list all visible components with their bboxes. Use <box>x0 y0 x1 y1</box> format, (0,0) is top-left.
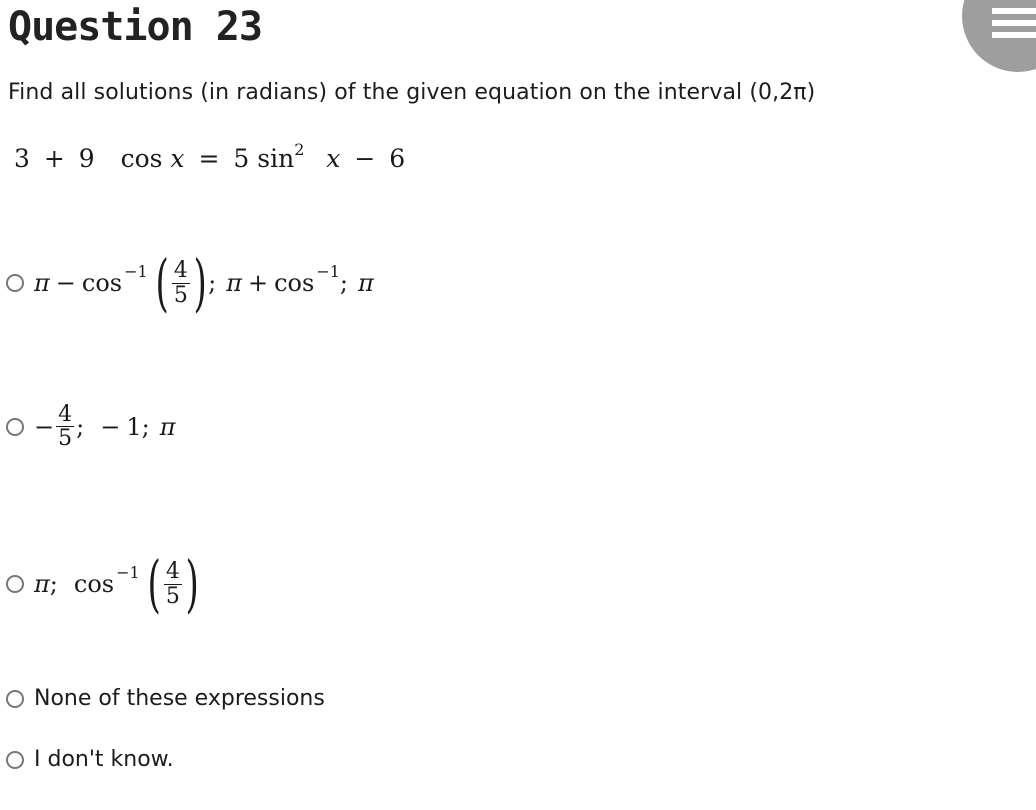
eq-var-2: x <box>326 144 341 173</box>
hamburger-menu-icon-bar <box>992 20 1036 26</box>
radio-button-a[interactable] <box>6 274 24 292</box>
separator: ; <box>49 570 58 598</box>
option-a-expression: π − cos −1 ( 4 5 ) ; π + cos −1 ; π <box>34 252 374 314</box>
eq-rhs-const: 6 <box>389 144 406 173</box>
radio-button-c[interactable] <box>6 575 24 593</box>
option-a[interactable]: π − cos −1 ( 4 5 ) ; π + cos −1 ; π <box>6 252 374 314</box>
numerator: 4 <box>165 559 180 585</box>
option-e-label: I don't know. <box>34 747 174 772</box>
pi-symbol: π <box>34 570 50 598</box>
radio-button-d[interactable] <box>6 689 24 708</box>
pi-symbol: π <box>34 269 50 297</box>
eq-var: x <box>170 144 185 173</box>
minus-sign: − <box>100 412 121 441</box>
option-e[interactable]: I don't know. <box>6 747 174 772</box>
fraction: 4 5 <box>163 559 182 609</box>
left-paren: ( <box>147 547 161 620</box>
denominator: 5 <box>163 583 182 609</box>
right-paren: ) <box>193 246 207 319</box>
eq-sin: sin <box>257 144 295 173</box>
right-paren: ) <box>185 547 199 620</box>
option-b-expression: − 4 5 ; − 1 ; π <box>34 403 175 450</box>
denominator: 5 <box>56 426 75 452</box>
cos-function: cos <box>73 570 115 598</box>
cos-function: cos <box>81 269 123 297</box>
inverse-exponent: −1 <box>124 261 148 281</box>
pi-symbol: π <box>226 269 242 297</box>
cos-function: cos <box>274 269 315 297</box>
option-c[interactable]: π ; cos −1 ( 4 5 ) <box>6 553 200 615</box>
eq-lhs-const: 3 <box>14 144 30 173</box>
equation: 3 + 9 cos x = 5 sin2 x − 6 <box>14 140 405 173</box>
question-title: Question 23 <box>8 4 263 50</box>
eq-cos: cos <box>120 144 163 173</box>
fraction: 4 5 <box>171 258 190 308</box>
pi-symbol: π <box>159 412 176 441</box>
plus-sign: + <box>247 269 269 297</box>
numerator: 4 <box>58 402 73 427</box>
numerator: 4 <box>173 258 188 284</box>
hamburger-menu-icon <box>992 8 1036 14</box>
option-d-label: None of these expressions <box>34 686 325 711</box>
option-c-expression: π ; cos −1 ( 4 5 ) <box>34 553 200 615</box>
number-one: 1 <box>126 412 142 441</box>
minus-sign: − <box>34 412 55 441</box>
fraction: 4 5 <box>56 402 75 452</box>
separator: ; <box>339 269 348 297</box>
eq-equals: = <box>198 144 220 173</box>
option-d[interactable]: None of these expressions <box>6 686 325 711</box>
question-prompt: Find all solutions (in radians) of the g… <box>8 80 816 105</box>
radio-button-b[interactable] <box>6 417 24 436</box>
hamburger-menu-icon-bar <box>992 32 1036 38</box>
radio-button-e[interactable] <box>6 750 24 769</box>
eq-plus: + <box>43 144 65 173</box>
separator: ; <box>208 269 217 297</box>
separator: ; <box>141 412 150 441</box>
hamburger-menu-button[interactable] <box>962 0 1036 72</box>
inverse-exponent: −1 <box>116 562 140 582</box>
denominator: 5 <box>171 282 190 308</box>
eq-minus: − <box>354 144 376 173</box>
separator: ; <box>76 412 85 441</box>
eq-rhs-coef: 5 <box>233 144 250 173</box>
option-b[interactable]: − 4 5 ; − 1 ; π <box>6 403 175 450</box>
eq-exponent: 2 <box>294 140 305 159</box>
eq-coef: 9 <box>78 144 95 173</box>
pi-symbol: π <box>358 269 374 297</box>
minus-sign: − <box>55 269 76 297</box>
left-paren: ( <box>155 246 169 319</box>
inverse-exponent: −1 <box>316 261 340 281</box>
